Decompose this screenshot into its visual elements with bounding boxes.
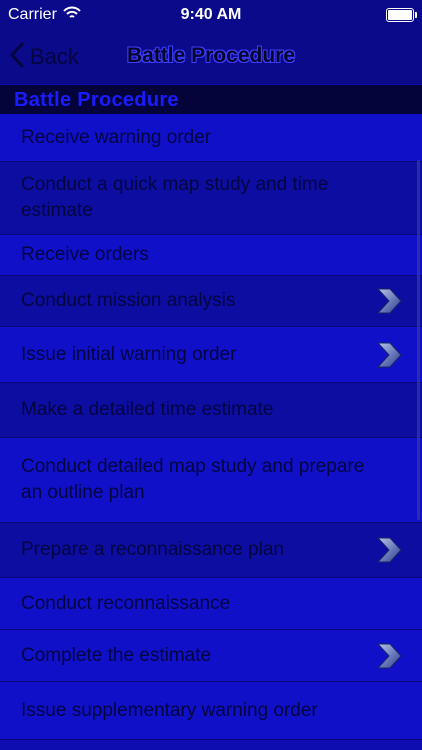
navigation-bar: Back Battle Procedure	[0, 30, 422, 84]
list-item[interactable]: Conduct detailed map study and prepare a…	[0, 438, 422, 523]
screen: Carrier 9:40 AM Back Battle Procedure Ba…	[0, 0, 422, 750]
list-item-label: Complete the estimate	[21, 644, 212, 666]
list-item[interactable]: Make a detailed time estimate	[0, 383, 422, 438]
list-item[interactable]: Complete the estimate	[0, 630, 422, 682]
list-item[interactable]: Conduct a quick map study and time estim…	[0, 162, 422, 235]
list-item-label: Issue supplementary warning order	[21, 699, 318, 721]
list-item[interactable]: Issue initial warning order	[0, 327, 422, 383]
list-item[interactable]: Prepare a reconnaissance plan	[0, 523, 422, 578]
status-left: Carrier	[0, 6, 81, 25]
section-header: Battle Procedure	[0, 85, 422, 114]
page-title: Battle Procedure	[126, 44, 296, 67]
list-item-label: Prepare a reconnaissance plan	[21, 539, 285, 560]
carrier-label: Carrier	[8, 6, 57, 23]
battery-icon	[386, 8, 417, 22]
list-item[interactable]: Receive orders	[0, 235, 422, 276]
status-right	[386, 8, 422, 22]
status-bar: Carrier 9:40 AM	[0, 0, 422, 30]
list-item[interactable]: Conduct mission analysis	[0, 276, 422, 327]
list-item-label: Make a detailed time estimate	[21, 399, 274, 420]
scroll-indicator[interactable]	[417, 160, 420, 520]
list-item[interactable]: Conduct reconnaissance	[0, 578, 422, 630]
disclosure-chevron-icon	[374, 641, 404, 671]
list-item-label: Receive warning order	[21, 126, 212, 148]
list-item[interactable]: Receive warning order	[0, 114, 422, 162]
disclosure-chevron-icon	[374, 340, 404, 370]
list-item-label: Conduct a quick map study and time estim…	[21, 174, 329, 221]
list-item-label: Conduct mission analysis	[21, 290, 236, 311]
list-item[interactable]: Issue supplementary warning order	[0, 682, 422, 740]
disclosure-chevron-icon	[374, 535, 404, 565]
list-item-label: Receive orders	[21, 244, 149, 265]
list-item-label: Issue initial warning order	[21, 343, 237, 365]
list-item-label: Conduct detailed map study and prepare a…	[21, 456, 365, 503]
procedure-list: Receive warning order Conduct a quick ma…	[0, 114, 422, 740]
list-item-label: Conduct reconnaissance	[21, 592, 231, 614]
wifi-icon	[63, 6, 81, 25]
disclosure-chevron-icon	[374, 286, 404, 316]
